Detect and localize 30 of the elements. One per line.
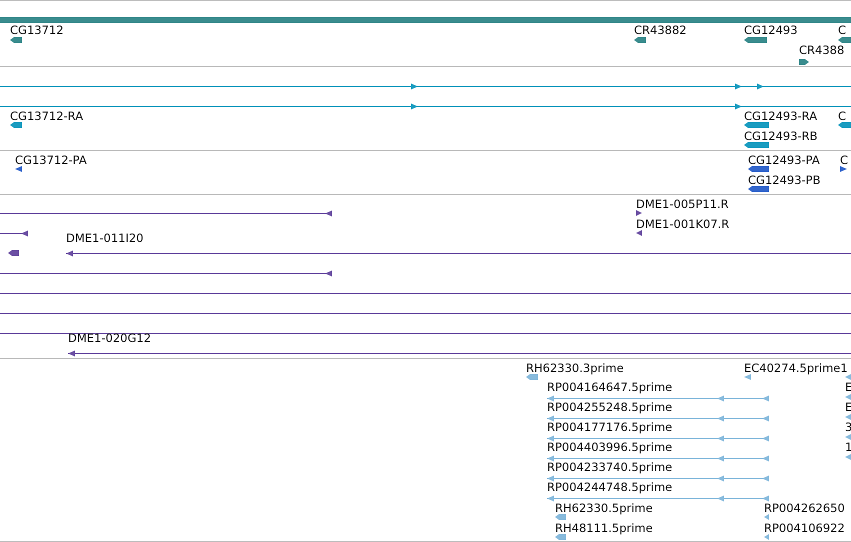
- feature-label: CG13712: [10, 23, 64, 37]
- feature-label: RP004164647.5prime: [547, 380, 672, 394]
- feature-label: C: [838, 109, 846, 123]
- feature-label: CG13712-RA: [10, 109, 84, 123]
- feature-label: CG12493-RB: [744, 129, 818, 143]
- feature-label: CR4388: [799, 43, 844, 57]
- feature-label: CG12493: [744, 23, 798, 37]
- feature-label: RP004244748.5prime: [547, 480, 672, 494]
- feature-label: DME1-011I20: [66, 231, 144, 245]
- feature-label: RH48111.5prime: [555, 521, 653, 535]
- feature-label: RP004106922: [764, 521, 845, 535]
- feature-label: RH62330.5prime: [555, 501, 653, 515]
- feature-label: C: [840, 153, 848, 167]
- feature-label: EC40274.5prime1: [744, 361, 848, 375]
- feature-label: CG12493-RA: [744, 109, 818, 123]
- feature-label: RH62330.3prime: [526, 361, 624, 375]
- feature-label: DME1-001K07.R: [636, 217, 730, 231]
- feature-label: DME1-020G12: [68, 331, 152, 345]
- feature-label: 1: [845, 440, 851, 454]
- feature-label: RP004262650: [764, 501, 845, 515]
- feature-label: RP004255248.5prime: [547, 400, 672, 414]
- feature-label: CG13712-PA: [15, 153, 87, 167]
- feature-label: CG12493-PB: [748, 173, 820, 187]
- feature-label: CR43882: [634, 23, 687, 37]
- feature-label: RP004177176.5prime: [547, 420, 672, 434]
- feature-label: CG12493-PA: [748, 153, 820, 167]
- feature-label: RP004403996.5prime: [547, 440, 672, 454]
- feature-label: C: [838, 23, 846, 37]
- feature-label: RP004233740.5prime: [547, 460, 672, 474]
- feature-label: DME1-005P11.R: [636, 197, 729, 211]
